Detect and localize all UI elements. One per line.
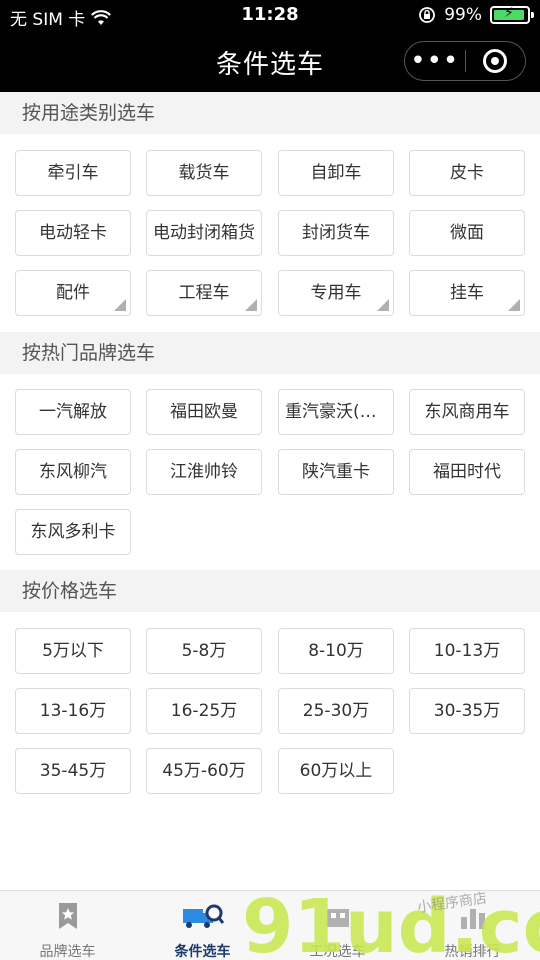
- section-header-brand: 按热门品牌选车: [0, 332, 540, 374]
- brand-tag[interactable]: 福田时代: [409, 449, 525, 495]
- nav-bar: 条件选车 •••: [0, 32, 540, 92]
- usage-tag[interactable]: 电动轻卡: [15, 210, 131, 256]
- tab-label: 工况选车: [309, 944, 366, 960]
- truck-search-icon: [182, 904, 224, 928]
- usage-tag[interactable]: 自卸车: [278, 150, 394, 196]
- usage-tag-expandable[interactable]: 专用车: [278, 270, 394, 316]
- brand-tag[interactable]: 江淮帅铃: [146, 449, 262, 495]
- battery-percent: 99%: [444, 5, 482, 25]
- brand-tag[interactable]: 重汽豪沃(H...: [278, 389, 394, 435]
- usage-tag[interactable]: 微面: [409, 210, 525, 256]
- tab-label: 热销排行: [444, 944, 501, 960]
- more-menu-button[interactable]: •••: [405, 48, 465, 74]
- usage-tag-expandable[interactable]: 工程车: [146, 270, 262, 316]
- usage-tag[interactable]: 电动封闭箱货: [146, 210, 262, 256]
- expand-corner-icon: [508, 299, 520, 311]
- brand-tag[interactable]: 东风柳汽: [15, 449, 131, 495]
- price-tag[interactable]: 5-8万: [146, 628, 262, 674]
- price-tag[interactable]: 25-30万: [278, 688, 394, 734]
- brand-tag[interactable]: 福田欧曼: [146, 389, 262, 435]
- close-target-icon: [483, 49, 508, 73]
- close-button[interactable]: [465, 49, 525, 73]
- bottom-tab-bar: 品牌选车 条件选车 工况选车 热销排行: [0, 890, 540, 960]
- brand-tag[interactable]: 东风商用车: [409, 389, 525, 435]
- star-bookmark-icon: [58, 903, 77, 929]
- section-header-price: 按价格选车: [0, 570, 540, 612]
- price-tag[interactable]: 30-35万: [409, 688, 525, 734]
- brand-tag[interactable]: 东风多利卡: [15, 509, 131, 555]
- status-right: 99% ⚡: [418, 5, 534, 25]
- mini-program-capsule: •••: [404, 41, 526, 81]
- ranking-icon: [460, 909, 485, 929]
- usage-tag[interactable]: 皮卡: [409, 150, 525, 196]
- section-header-usage: 按用途类别选车: [0, 92, 540, 134]
- orientation-lock-icon: [419, 7, 436, 23]
- price-tag[interactable]: 8-10万: [278, 628, 394, 674]
- price-tag[interactable]: 16-25万: [146, 688, 262, 734]
- usage-tag[interactable]: 封闭货车: [278, 210, 394, 256]
- tab-label: 品牌选车: [39, 944, 96, 960]
- usage-tag[interactable]: 牵引车: [15, 150, 131, 196]
- brand-tag[interactable]: 陕汽重卡: [278, 449, 394, 495]
- price-tag[interactable]: 13-16万: [15, 688, 131, 734]
- usage-tag[interactable]: 载货车: [146, 150, 262, 196]
- tab-condition[interactable]: 条件选车: [135, 891, 270, 960]
- battery-icon: ⚡: [490, 5, 534, 24]
- expand-corner-icon: [114, 299, 126, 311]
- tab-label: 条件选车: [174, 944, 231, 960]
- price-tag[interactable]: 10-13万: [409, 628, 525, 674]
- price-tag[interactable]: 60万以上: [278, 748, 394, 794]
- price-tag[interactable]: 35-45万: [15, 748, 131, 794]
- usage-tag-expandable[interactable]: 挂车: [409, 270, 525, 316]
- brand-tag[interactable]: 一汽解放: [15, 389, 131, 435]
- tab-brand[interactable]: 品牌选车: [0, 891, 135, 960]
- price-tag[interactable]: 45万-60万: [146, 748, 262, 794]
- expand-corner-icon: [245, 299, 257, 311]
- worksite-icon: [326, 909, 349, 927]
- tab-worksite[interactable]: 工况选车: [270, 891, 405, 960]
- expand-corner-icon: [377, 299, 389, 311]
- usage-tag-expandable[interactable]: 配件: [15, 270, 131, 316]
- status-bar: 无 SIM 卡 11:28 99% ⚡: [0, 0, 540, 32]
- price-tag[interactable]: 5万以下: [15, 628, 131, 674]
- tab-ranking[interactable]: 热销排行: [405, 891, 540, 960]
